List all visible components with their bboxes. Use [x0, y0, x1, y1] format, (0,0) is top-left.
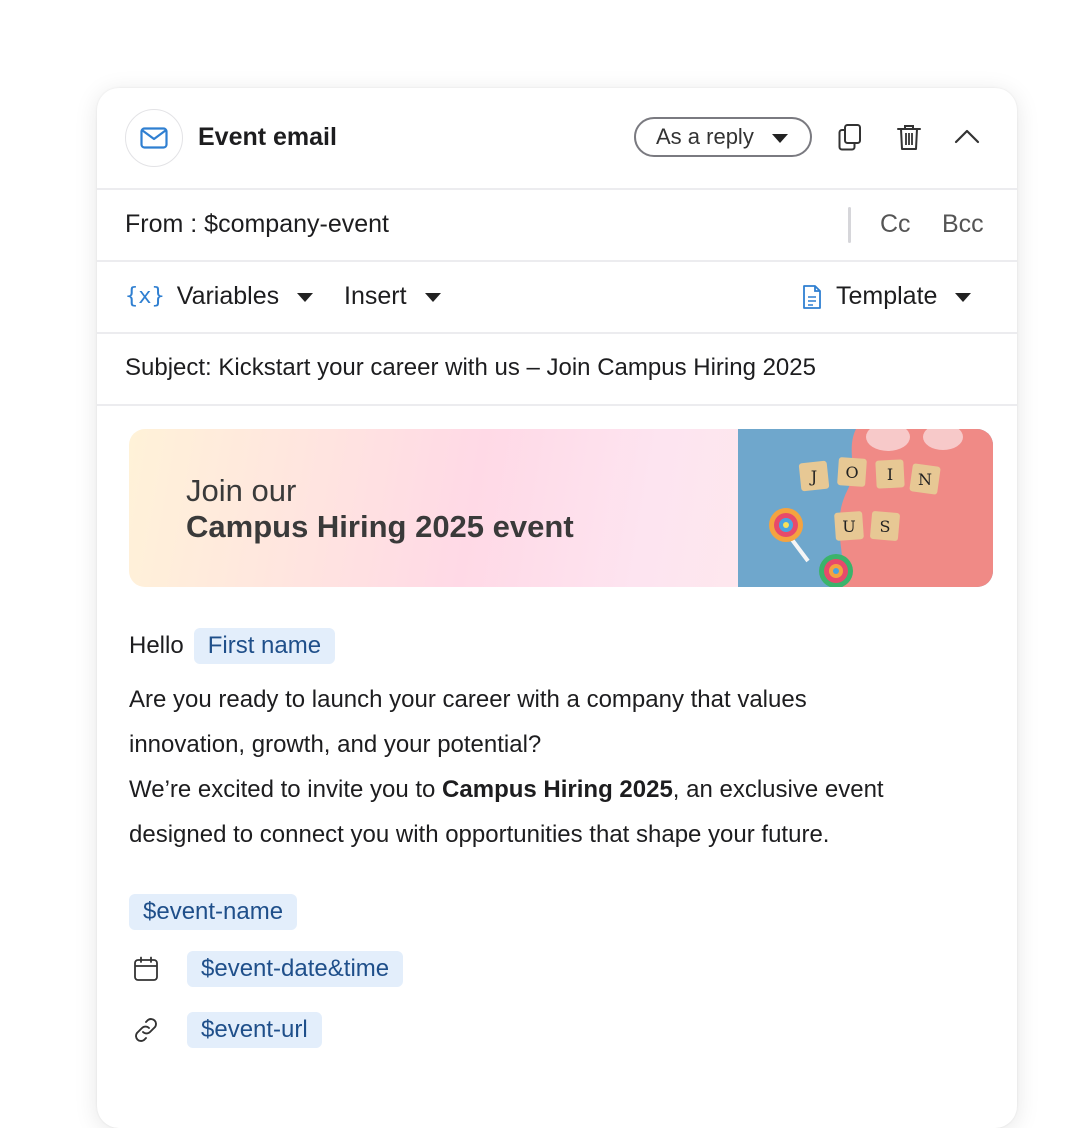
chevron-down-icon — [297, 293, 314, 302]
chevron-down-icon — [772, 134, 788, 143]
tile-letter: N — [918, 470, 932, 489]
divider — [97, 188, 1017, 190]
tile-letter: S — [880, 517, 891, 536]
chevron-down-icon — [955, 293, 972, 302]
tile-letter: J — [809, 467, 817, 486]
body-text-line: innovation, growth, and your potential? — [129, 731, 542, 758]
body-text-line: designed to connect you with opportuniti… — [129, 821, 830, 848]
body-text-line: We’re excited to invite you to Campus Hi… — [129, 767, 989, 812]
divider — [97, 404, 1017, 406]
event-datetime-variable-chip[interactable]: $event-date&time — [187, 951, 404, 987]
chevron-down-icon — [424, 293, 441, 302]
banner-line2: Campus Hiring 2025 event — [186, 509, 574, 544]
variables-icon: {x} — [125, 284, 165, 309]
insert-label: Insert — [344, 282, 407, 310]
event-name-variable-chip[interactable]: $event-name — [129, 894, 298, 930]
reply-mode-dropdown[interactable]: As a reply — [634, 117, 812, 157]
body-paragraph-2[interactable]: We’re excited to invite you to Campus Hi… — [129, 767, 989, 857]
event-url-variable-chip[interactable]: $event-url — [187, 1012, 322, 1048]
body-paragraph-1[interactable]: Are you ready to launch your career with… — [129, 677, 989, 767]
separator — [848, 207, 851, 243]
mail-icon — [125, 109, 183, 167]
chevron-up-icon[interactable] — [952, 122, 982, 152]
trash-icon[interactable] — [894, 122, 924, 152]
link-icon — [129, 1013, 163, 1047]
greeting-text: Hello — [129, 632, 184, 659]
body-text: We’re excited to invite you to — [129, 776, 443, 803]
divider — [97, 332, 1017, 334]
event-datetime-row: $event-date&time — [129, 951, 404, 987]
tile-letter: O — [845, 463, 858, 482]
variables-label: Variables — [176, 282, 280, 310]
calendar-icon — [129, 952, 163, 986]
bcc-button[interactable]: Bcc — [942, 210, 984, 239]
body-text: , an exclusive event — [672, 776, 884, 803]
tile-letter: U — [842, 517, 855, 536]
event-url-row: $event-url — [129, 1012, 322, 1048]
cc-button[interactable]: Cc — [880, 210, 911, 239]
greeting-line: Hello First name — [129, 628, 336, 664]
composer-title: Event email — [198, 123, 337, 151]
tile-letter: I — [887, 465, 893, 484]
reply-mode-label: As a reply — [656, 124, 754, 149]
document-icon — [802, 284, 822, 310]
banner-photo: J O I N U S — [738, 429, 993, 587]
email-composer-card: Event email As a reply From : $company-e… — [97, 88, 1017, 1128]
template-dropdown[interactable]: Template — [802, 282, 972, 311]
banner-line1: Join our — [186, 473, 297, 508]
subject-field[interactable]: Subject: Kickstart your career with us –… — [125, 354, 816, 382]
template-label: Template — [836, 282, 938, 310]
copy-icon[interactable] — [835, 122, 865, 152]
from-field[interactable]: From : $company-event — [125, 210, 389, 239]
first-name-variable-chip[interactable]: First name — [193, 628, 336, 664]
body-text-line: Are you ready to launch your career with… — [129, 686, 807, 713]
body-bold-text: Campus Hiring 2025 — [442, 776, 673, 803]
variables-dropdown[interactable]: {x} Variables — [125, 282, 314, 311]
event-banner: Join our Campus Hiring 2025 event J O I … — [129, 429, 993, 587]
insert-dropdown[interactable]: Insert — [344, 282, 441, 311]
event-name-row: $event-name — [129, 894, 298, 930]
divider — [97, 260, 1017, 262]
